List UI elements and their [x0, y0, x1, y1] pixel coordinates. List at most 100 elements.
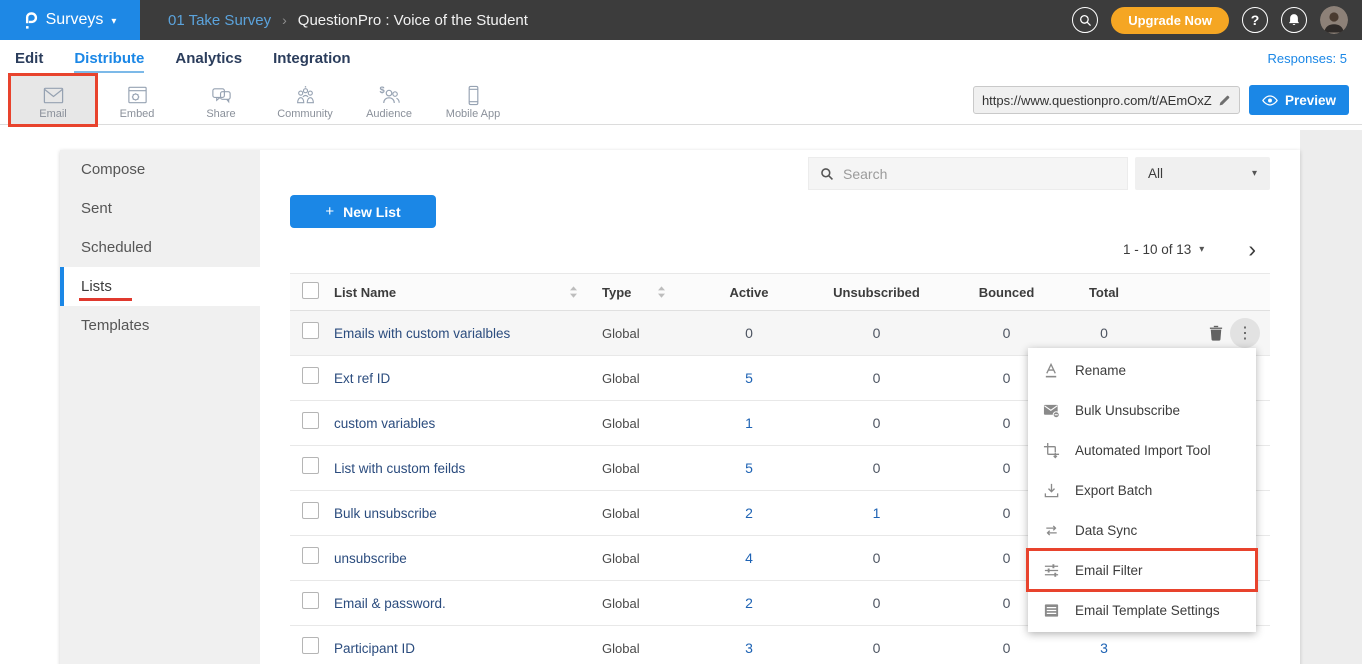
preview-button[interactable]: Preview — [1249, 85, 1349, 115]
survey-url-box[interactable]: https://www.questionpro.com/t/AEmOxZ — [973, 86, 1240, 114]
column-active: Active — [699, 285, 799, 300]
community-icon — [294, 83, 317, 107]
list-name-link[interactable]: custom variables — [334, 416, 584, 431]
unsubscribed-count[interactable]: 0 — [799, 640, 954, 656]
toolbar-channel-email[interactable]: Email — [11, 76, 95, 124]
list-type: Global — [584, 461, 699, 476]
list-type: Global — [584, 641, 699, 656]
list-type: Global — [584, 596, 699, 611]
bounced-count[interactable]: 0 — [954, 325, 1059, 341]
product-switcher[interactable]: Surveys ▾ — [0, 0, 140, 40]
row-checkbox[interactable] — [302, 412, 319, 429]
survey-nav: Edit Distribute Analytics Integration Respo… — [0, 40, 1362, 76]
delete-list-icon[interactable] — [1209, 325, 1223, 341]
column-type[interactable]: Type — [602, 285, 631, 300]
row-checkbox[interactable] — [302, 547, 319, 564]
tab-edit[interactable]: Edit — [15, 48, 43, 69]
unsubscribed-count[interactable]: 0 — [799, 595, 954, 611]
audience-icon: $ — [378, 83, 401, 107]
list-name-link[interactable]: Ext ref ID — [334, 371, 584, 386]
row-checkbox[interactable] — [302, 637, 319, 654]
active-count[interactable]: 2 — [699, 505, 799, 521]
sidebar-item-sent[interactable]: Sent — [60, 189, 260, 228]
responses-count[interactable]: Responses: 5 — [1268, 51, 1348, 66]
row-checkbox[interactable] — [302, 367, 319, 384]
unsubscribed-count[interactable]: 1 — [799, 505, 954, 521]
sidebar-item-templates[interactable]: Templates — [60, 306, 260, 345]
toolbar-channel-share[interactable]: Share — [179, 76, 263, 124]
row-checkbox[interactable] — [302, 592, 319, 609]
active-count[interactable]: 5 — [699, 370, 799, 386]
list-name-link[interactable]: Email & password. — [334, 596, 584, 611]
row-checkbox[interactable] — [302, 322, 319, 339]
tab-distribute[interactable]: Distribute — [74, 48, 144, 69]
list-name-link[interactable]: List with custom feilds — [334, 461, 584, 476]
menu-item-bulk-unsubscribe[interactable]: Bulk Unsubscribe — [1028, 390, 1256, 430]
menu-item-data-sync[interactable]: Data Sync — [1028, 510, 1256, 550]
pencil-icon — [1218, 94, 1231, 107]
active-count[interactable]: 2 — [699, 595, 799, 611]
total-count[interactable]: 3 — [1059, 640, 1149, 656]
row-checkbox[interactable] — [302, 502, 319, 519]
header-actions: Upgrade Now ? — [1072, 0, 1362, 40]
list-name-link[interactable]: Emails with custom varialbles — [334, 326, 584, 341]
sidebar-item-compose[interactable]: Compose — [60, 150, 260, 189]
list-name-link[interactable]: Bulk unsubscribe — [334, 506, 584, 521]
search-icon — [1079, 14, 1092, 27]
unsubscribed-count[interactable]: 0 — [799, 415, 954, 431]
avatar[interactable] — [1320, 6, 1348, 34]
menu-item-rename[interactable]: Rename — [1028, 350, 1256, 390]
row-menu-button[interactable]: ⋮ — [1230, 318, 1260, 348]
search-button[interactable] — [1072, 7, 1098, 33]
search-input[interactable] — [843, 166, 1116, 182]
search-icon — [820, 167, 834, 181]
menu-item-export-batch[interactable]: Export Batch — [1028, 470, 1256, 510]
pagination: 1 - 10 of 13 ▾ › — [290, 235, 1270, 263]
list-filter-dropdown[interactable]: All ▾ — [1135, 157, 1270, 190]
breadcrumb-separator: › — [282, 12, 287, 28]
unsubscribed-count[interactable]: 0 — [799, 370, 954, 386]
tab-integration[interactable]: Integration — [273, 48, 351, 69]
sidebar-item-lists[interactable]: Lists — [60, 267, 260, 306]
next-page-button[interactable]: › — [1248, 239, 1256, 259]
active-count[interactable]: 1 — [699, 415, 799, 431]
active-count[interactable]: 5 — [699, 460, 799, 476]
right-gutter — [1300, 130, 1362, 664]
menu-item-email-filter[interactable]: Email Filter — [1028, 550, 1256, 590]
bounced-count[interactable]: 0 — [954, 640, 1059, 656]
row-checkbox[interactable] — [302, 457, 319, 474]
active-count[interactable]: 0 — [699, 325, 799, 341]
toolbar-channel-mobile-app[interactable]: Mobile App — [431, 76, 515, 124]
edit-url-button[interactable] — [1218, 94, 1231, 107]
sort-icon[interactable] — [657, 285, 666, 299]
toolbar-channel-audience[interactable]: $ Audience — [347, 76, 431, 124]
list-name-link[interactable]: unsubscribe — [334, 551, 584, 566]
total-count[interactable]: 0 — [1059, 325, 1149, 341]
column-list-name[interactable]: List Name — [334, 285, 396, 300]
menu-item-automated-import-tool[interactable]: Automated Import Tool — [1028, 430, 1256, 470]
list-type: Global — [584, 506, 699, 521]
unsubscribed-count[interactable]: 0 — [799, 550, 954, 566]
list-name-link[interactable]: Participant ID — [334, 641, 584, 656]
breadcrumb-survey-link[interactable]: 01 Take Survey — [168, 12, 271, 29]
select-all-checkbox[interactable] — [302, 282, 319, 299]
email-sidebar: ComposeSentScheduledListsTemplates — [60, 150, 260, 664]
list-type: Global — [584, 551, 699, 566]
toolbar-channel-embed[interactable]: Embed — [95, 76, 179, 124]
unsubscribed-count[interactable]: 0 — [799, 460, 954, 476]
help-button[interactable]: ? — [1242, 7, 1268, 33]
pagination-dropdown-icon[interactable]: ▾ — [1199, 244, 1204, 255]
toolbar-channel-community[interactable]: Community — [263, 76, 347, 124]
active-count[interactable]: 4 — [699, 550, 799, 566]
upgrade-now-button[interactable]: Upgrade Now — [1111, 7, 1229, 34]
tab-analytics[interactable]: Analytics — [175, 48, 242, 69]
menu-item-email-template-settings[interactable]: Email Template Settings — [1028, 590, 1256, 630]
sort-icon[interactable] — [569, 285, 578, 299]
active-count[interactable]: 3 — [699, 640, 799, 656]
search-box[interactable] — [808, 157, 1128, 190]
new-list-button[interactable]: + New List — [290, 195, 436, 228]
notifications-button[interactable] — [1281, 7, 1307, 33]
unsubscribed-count[interactable]: 0 — [799, 325, 954, 341]
sidebar-item-scheduled[interactable]: Scheduled — [60, 228, 260, 267]
top-header: Surveys ▾ 01 Take Survey › QuestionPro :… — [0, 0, 1362, 40]
